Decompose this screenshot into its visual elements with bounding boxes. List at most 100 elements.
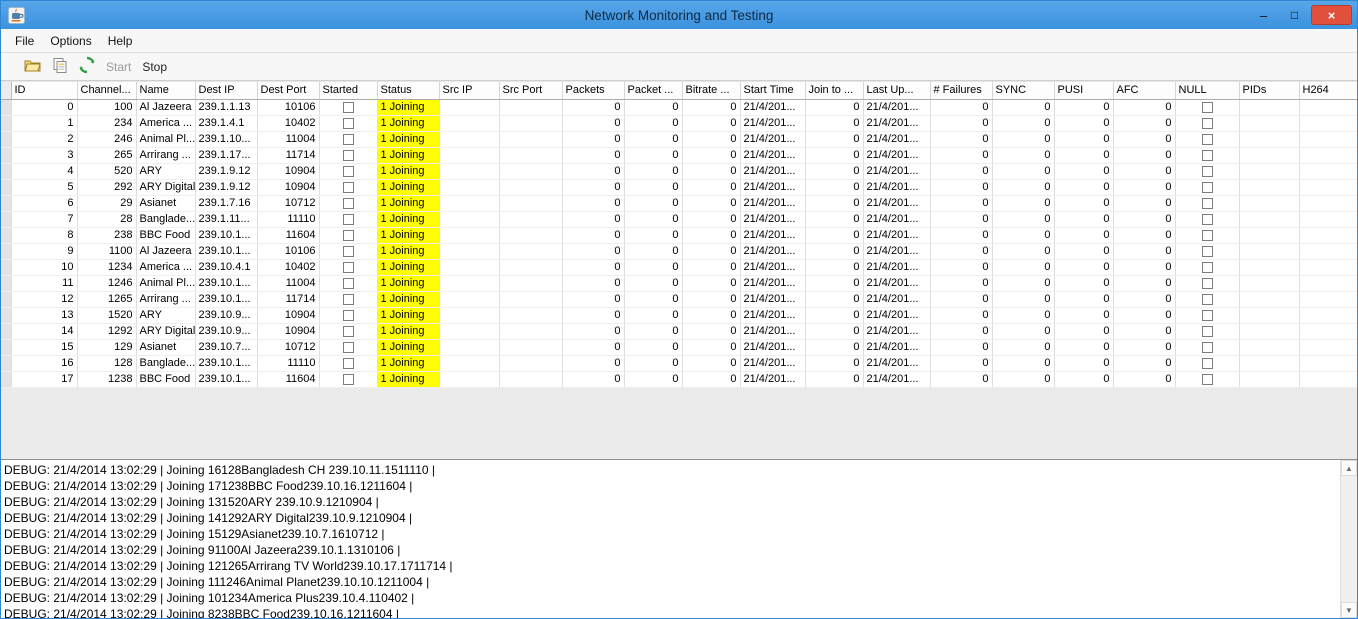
cell-afc[interactable]: 0 [1113,147,1176,164]
cell-afc[interactable]: 0 [1113,115,1176,132]
cell-packets[interactable]: 0 [562,147,625,164]
column-header-dest-ip[interactable]: Dest IP [195,82,258,100]
cell-src-ip[interactable] [439,227,500,244]
cell-pids[interactable] [1239,291,1300,308]
cell-failures[interactable]: 0 [930,307,993,324]
cell-packet-errors[interactable]: 0 [624,355,683,372]
cell-started[interactable] [319,147,378,164]
started-checkbox[interactable] [342,197,354,209]
cell-pids[interactable] [1239,227,1300,244]
cell-null-flag[interactable] [1175,147,1240,164]
cell-last-up[interactable]: 21/4/201... [863,147,931,164]
cell-failures[interactable]: 0 [930,163,993,180]
cell-src-port[interactable] [499,307,563,324]
cell-bitrate[interactable]: 0 [682,163,741,180]
table-row[interactable]: 2 246 Animal Pl... 239.1.10... 11004 1 Joinin… [1,131,1357,148]
cell-name[interactable]: Al Jazeera [136,99,196,116]
cell-null-flag[interactable] [1175,323,1240,340]
cell-dest-port[interactable]: 11714 [257,147,320,164]
cell-h264[interactable] [1299,243,1357,260]
cell-afc[interactable]: 0 [1113,355,1176,372]
cell-packet-errors[interactable]: 0 [624,99,683,116]
cell-started[interactable] [319,291,378,308]
cell-start-time[interactable]: 21/4/201... [740,355,806,372]
cell-pids[interactable] [1239,355,1300,372]
cell-h264[interactable] [1299,163,1357,180]
cell-pusi[interactable]: 0 [1054,355,1114,372]
column-header-last-up[interactable]: Last Up... [863,82,931,100]
cell-last-up[interactable]: 21/4/201... [863,211,931,228]
log-lines[interactable]: DEBUG: 21/4/2014 13:02:29 | Joining 1612… [1,460,1340,618]
cell-join-to[interactable]: 0 [805,323,864,340]
cell-pids[interactable] [1239,99,1300,116]
cell-join-to[interactable]: 0 [805,131,864,148]
cell-bitrate[interactable]: 0 [682,115,741,132]
table-row[interactable]: 12 1265 Arrirang ... 239.10.1... 11714 1 Join… [1,291,1357,308]
null-checkbox[interactable] [1201,165,1213,177]
cell-bitrate[interactable]: 0 [682,323,741,340]
cell-packets[interactable]: 0 [562,115,625,132]
cell-pids[interactable] [1239,323,1300,340]
cell-pids[interactable] [1239,195,1300,212]
cell-started[interactable] [319,211,378,228]
cell-src-port[interactable] [499,179,563,196]
cell-pids[interactable] [1239,131,1300,148]
cell-name[interactable]: BBC Food [136,227,196,244]
cell-h264[interactable] [1299,227,1357,244]
column-header-status[interactable]: Status [377,82,440,100]
column-header-pusi[interactable]: PUSI [1054,82,1114,100]
cell-status[interactable]: 1 Joining [377,131,440,148]
cell-packet-errors[interactable]: 0 [624,259,683,276]
cell-null-flag[interactable] [1175,307,1240,324]
cell-last-up[interactable]: 21/4/201... [863,227,931,244]
cell-src-ip[interactable] [439,355,500,372]
started-checkbox[interactable] [342,229,354,241]
cell-name[interactable]: Animal Pl... [136,131,196,148]
cell-join-to[interactable]: 0 [805,243,864,260]
cell-packets[interactable]: 0 [562,259,625,276]
cell-dest-port[interactable]: 10904 [257,163,320,180]
cell-channel[interactable]: 1292 [77,323,137,340]
cell-start-time[interactable]: 21/4/201... [740,195,806,212]
cell-dest-port[interactable]: 10402 [257,115,320,132]
cell-join-to[interactable]: 0 [805,179,864,196]
cell-packet-errors[interactable]: 0 [624,291,683,308]
cell-failures[interactable]: 0 [930,275,993,292]
cell-afc[interactable]: 0 [1113,163,1176,180]
cell-channel[interactable]: 1265 [77,291,137,308]
cell-packet-errors[interactable]: 0 [624,243,683,260]
cell-dest-ip[interactable]: 239.10.9... [195,323,258,340]
cell-packets[interactable]: 0 [562,131,625,148]
cell-src-ip[interactable] [439,147,500,164]
cell-id[interactable]: 9 [11,243,78,260]
cell-started[interactable] [319,339,378,356]
null-checkbox[interactable] [1201,261,1213,273]
cell-bitrate[interactable]: 0 [682,307,741,324]
cell-pusi[interactable]: 0 [1054,243,1114,260]
cell-started[interactable] [319,115,378,132]
cell-started[interactable] [319,131,378,148]
cell-bitrate[interactable]: 0 [682,291,741,308]
cell-started[interactable] [319,275,378,292]
cell-started[interactable] [319,307,378,324]
cell-id[interactable]: 4 [11,163,78,180]
cell-channel[interactable]: 29 [77,195,137,212]
cell-afc[interactable]: 0 [1113,323,1176,340]
cell-join-to[interactable]: 0 [805,227,864,244]
cell-start-time[interactable]: 21/4/201... [740,243,806,260]
cell-afc[interactable]: 0 [1113,275,1176,292]
cell-pids[interactable] [1239,115,1300,132]
cell-null-flag[interactable] [1175,371,1240,388]
cell-status[interactable]: 1 Joining [377,147,440,164]
cell-id[interactable]: 2 [11,131,78,148]
cell-src-ip[interactable] [439,99,500,116]
cell-failures[interactable]: 0 [930,211,993,228]
cell-id[interactable]: 15 [11,339,78,356]
cell-src-ip[interactable] [439,371,500,388]
cell-packet-errors[interactable]: 0 [624,227,683,244]
cell-dest-port[interactable]: 10904 [257,307,320,324]
menu-item-options[interactable]: Options [42,31,99,51]
cell-h264[interactable] [1299,259,1357,276]
null-checkbox[interactable] [1201,357,1213,369]
cell-bitrate[interactable]: 0 [682,211,741,228]
